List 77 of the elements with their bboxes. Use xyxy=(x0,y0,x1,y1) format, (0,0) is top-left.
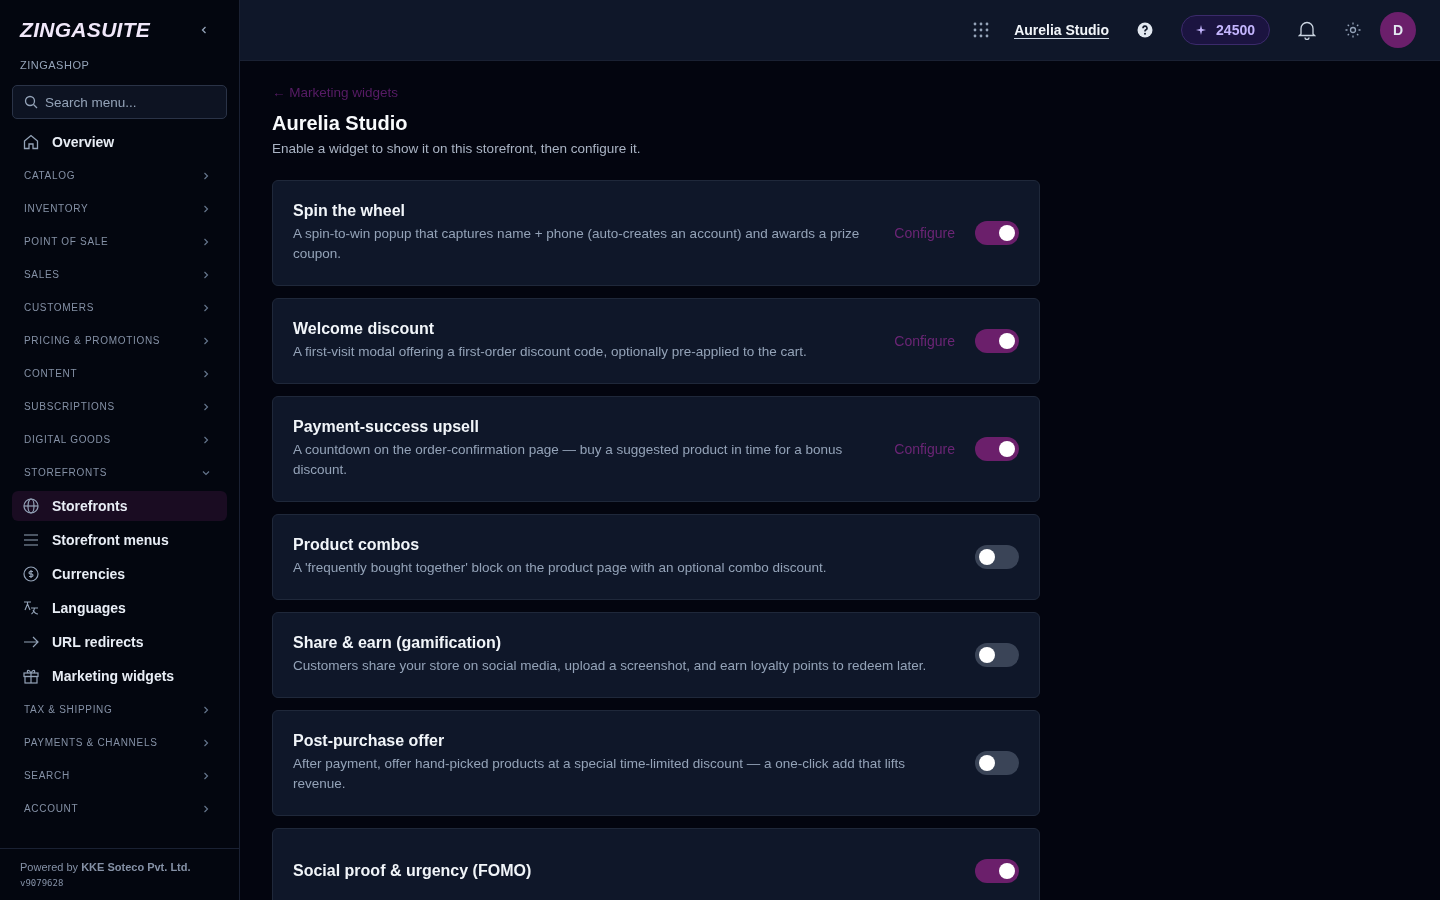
sparkle-icon xyxy=(1196,25,1207,35)
widget-description: Customers share your store on social media, upload a screenshot, and earn loyalty points to redeem later. xyxy=(293,657,928,675)
toggle-switch[interactable] xyxy=(975,859,1019,883)
widget-description: A countdown on the order-confirmation page — buy a suggested product in time for a bonus discount. xyxy=(293,441,844,479)
toggle-switch[interactable] xyxy=(975,329,1019,353)
widget-description: A spin-to-win popup that captures name + phone (auto-creates an account) and awards a prize coupon. xyxy=(293,225,861,263)
menu-icon xyxy=(22,531,40,549)
store-switcher[interactable]: Aurelia Studio xyxy=(1014,21,1110,39)
sun-icon[interactable] xyxy=(1344,21,1362,39)
toggle-switch[interactable] xyxy=(975,437,1019,461)
widget-title: Social proof & urgency (FOMO) xyxy=(293,862,533,880)
chevron-right-icon xyxy=(201,302,211,313)
credits-badge[interactable]: 24500 xyxy=(1181,15,1270,45)
nav-group[interactable]: DIGITAL GOODS xyxy=(12,423,227,456)
bell-icon[interactable] xyxy=(1298,20,1316,40)
chevron-right-icon xyxy=(201,368,211,379)
nav-item[interactable]: Overview xyxy=(12,127,227,157)
version-label: v9079628 xyxy=(20,878,65,888)
nav-group[interactable]: SUBSCRIPTIONS xyxy=(12,390,227,423)
widget-title: Share & earn (gamification) xyxy=(293,634,503,652)
widget-description: After payment, offer hand-picked products at a special time-limited discount — a one-click add that lifts revenue. xyxy=(293,755,907,793)
chevron-right-icon xyxy=(201,236,211,247)
nav-group[interactable]: POINT OF SALE xyxy=(12,225,227,258)
nav-group[interactable]: CUSTOMERS xyxy=(12,291,227,324)
nav-item[interactable]: Languages xyxy=(12,593,227,623)
home-icon xyxy=(22,133,40,151)
user-avatar[interactable]: D xyxy=(1380,12,1416,48)
toggle-switch[interactable] xyxy=(975,221,1019,245)
toggle-switch[interactable] xyxy=(975,751,1019,775)
nav-group[interactable]: SEARCH xyxy=(12,759,227,792)
chevron-right-icon xyxy=(201,203,211,214)
chevron-right-icon xyxy=(201,170,211,181)
nav-group[interactable]: STOREFRONTS xyxy=(12,456,227,489)
widget-title: Spin the wheel xyxy=(293,202,406,220)
search-icon xyxy=(24,95,38,109)
nav-item[interactable]: Storefront menus xyxy=(12,525,227,555)
nav-group[interactable]: INVENTORY xyxy=(12,192,227,225)
chevron-right-icon xyxy=(201,335,211,346)
chevron-right-icon xyxy=(201,401,211,412)
toggle-switch[interactable] xyxy=(975,545,1019,569)
nav-group[interactable]: SALES xyxy=(12,258,227,291)
nav-item[interactable]: URL redirects xyxy=(12,627,227,657)
globe-icon xyxy=(22,497,40,515)
nav-group[interactable]: TAX & SHIPPING xyxy=(12,693,227,726)
search-field[interactable]: Search menu... xyxy=(12,85,227,119)
workspace-label: ZINGASHOP xyxy=(19,59,91,71)
page-subtitle: Enable a widget to show it on this storefront, then configure it. xyxy=(272,141,642,156)
widget-description: A first-visit modal offering a first-order discount code, optionally pre-applied to the cart. xyxy=(293,343,808,361)
nav-group[interactable]: PRICING & PROMOTIONS xyxy=(12,324,227,357)
chevron-right-icon xyxy=(201,737,211,748)
gift-icon xyxy=(22,667,40,685)
nav-group[interactable]: PAYMENTS & CHANNELS xyxy=(12,726,227,759)
nav-item[interactable]: Marketing widgets xyxy=(12,661,227,691)
coin-icon xyxy=(22,565,40,583)
nav-item[interactable]: Currencies xyxy=(12,559,227,589)
collapse-icon[interactable] xyxy=(199,25,209,35)
logo: ZINGASUITE xyxy=(20,18,151,42)
widget-title: Post-purchase offer xyxy=(293,732,446,750)
nav-item[interactable]: Storefronts xyxy=(12,491,227,521)
apps-grid-icon[interactable] xyxy=(972,21,991,39)
chevron-right-icon xyxy=(201,803,211,814)
chevron-right-icon xyxy=(201,770,211,781)
widget-title: Payment-success upsell xyxy=(293,418,480,436)
widget-description: A 'frequently bought together' block on the product page with an optional combo discount. xyxy=(293,559,828,577)
page-title: Aurelia Studio xyxy=(272,112,409,135)
translate-icon xyxy=(22,599,40,617)
widget-title: Welcome discount xyxy=(293,320,436,338)
nav-group[interactable]: CATALOG xyxy=(12,159,227,192)
help-icon[interactable] xyxy=(1137,22,1154,38)
widget-title: Product combos xyxy=(293,536,421,554)
chevron-right-icon xyxy=(201,269,211,280)
chevron-right-icon xyxy=(201,434,211,445)
footer-credit: Powered by KKE Soteco Pvt. Ltd. xyxy=(20,861,192,873)
toggle-switch[interactable] xyxy=(975,643,1019,667)
nav-group[interactable]: ACCOUNT xyxy=(12,792,227,825)
chevron-right-icon xyxy=(201,704,211,715)
nav-group[interactable]: CONTENT xyxy=(12,357,227,390)
